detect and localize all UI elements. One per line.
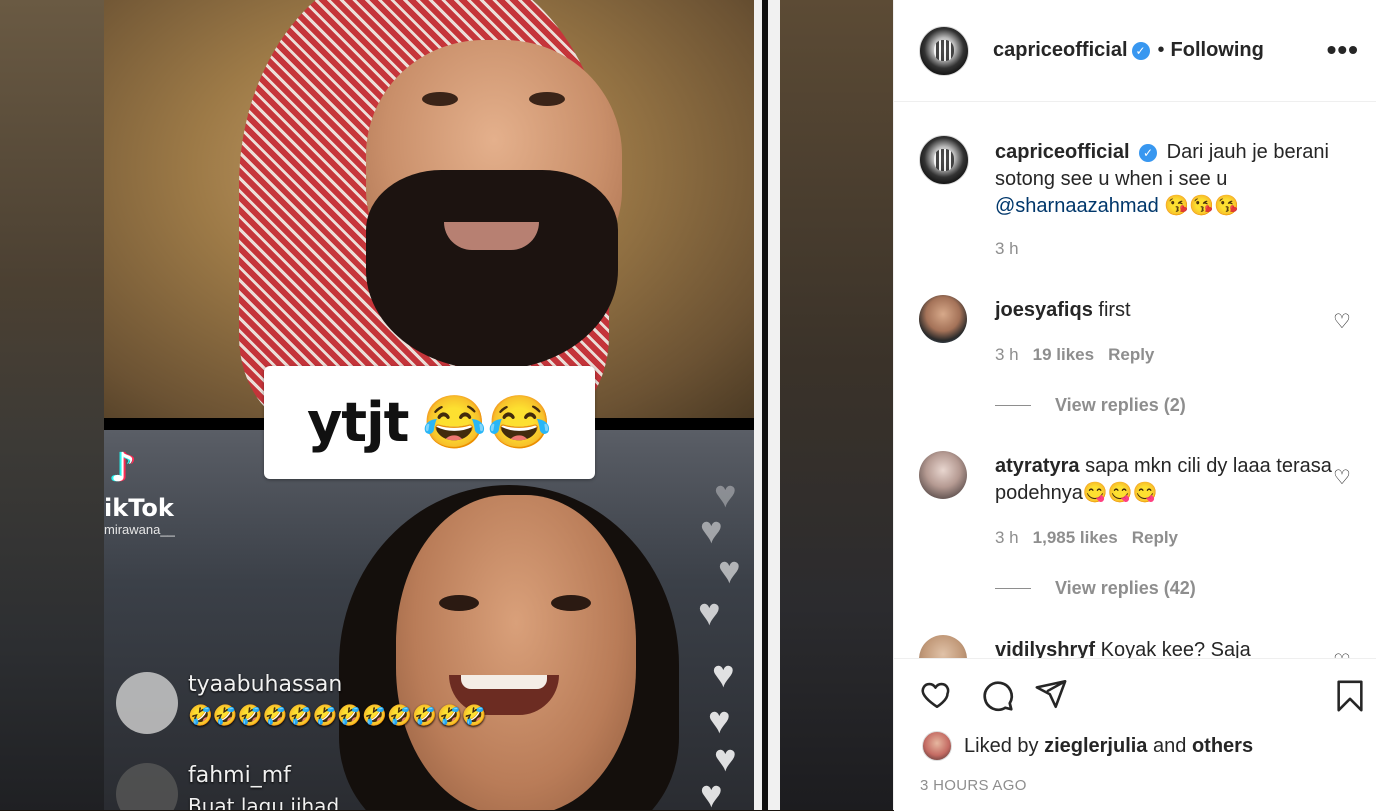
caption-username[interactable]: capriceofficial [995,141,1130,163]
comment-text: first [1098,299,1131,321]
verified-badge-icon: ✓ [1131,41,1150,60]
caption-time[interactable]: 3 h [995,239,1019,259]
author-username[interactable]: capriceofficial [993,39,1128,62]
video-caption-text: ytjt [307,391,409,454]
heart-icon[interactable]: ♡ [1333,649,1351,658]
commenter-username[interactable]: vidilyshryf [995,639,1095,658]
heart-icon: ♥ [712,654,735,696]
tiktok-logo-icon: ♪ [110,445,136,491]
media-blur-right [780,0,893,810]
live-comment-avatar [116,672,178,734]
comment-icon[interactable] [979,677,1015,713]
verified-badge-icon: ✓ [1139,143,1158,162]
caption-author-avatar[interactable] [919,135,969,185]
comment-likes[interactable]: 19 likes [1033,345,1094,364]
heart-icon[interactable]: ♡ [1333,465,1351,490]
post-side-panel: capriceofficial ✓ • Following ••• capric… [893,0,1376,811]
heart-icon: ♥ [700,774,723,810]
commenter-username[interactable]: joesyafiqs [995,299,1093,321]
view-replies-button[interactable]: View replies (2) [995,395,1186,416]
beard [366,170,618,370]
tiktok-handle: mirawana__ [104,522,175,537]
liked-by-avatar[interactable] [922,731,952,761]
comments-list[interactable]: capriceofficial ✓ Dari jauh je berani so… [894,101,1376,658]
heart-icon: ♥ [718,550,741,592]
top-video-feed [104,0,754,418]
laugh-emoji: 😂😂 [422,393,552,452]
bookmark-icon[interactable] [1333,677,1367,715]
liked-by-others[interactable]: others [1192,735,1253,758]
liked-by: Liked by zieglerjulia and others [922,731,1253,761]
share-icon[interactable] [1033,677,1069,711]
view-replies-button[interactable]: View replies (42) [995,578,1196,599]
mention-link[interactable]: @sharnaazahmad [995,195,1159,217]
video-caption-sticker: ytjt 😂😂 [264,366,595,479]
heart-icon[interactable] [919,677,955,711]
commenter-avatar[interactable] [919,451,967,499]
post-header: capriceofficial ✓ • Following ••• [894,0,1376,102]
post-timestamp[interactable]: 3 HOURS AGO [920,777,1027,794]
commenter-avatar[interactable] [919,635,967,658]
author-avatar[interactable] [919,25,969,76]
heart-icon[interactable]: ♡ [1333,309,1351,334]
comment-time[interactable]: 3 h [995,528,1019,547]
reply-button[interactable]: Reply [1132,528,1178,547]
comment-likes[interactable]: 1,985 likes [1033,528,1118,547]
liked-by-username[interactable]: zieglerjulia [1044,735,1147,758]
heart-icon: ♥ [714,474,737,516]
heart-icon: ♥ [714,738,737,780]
live-comment: fahmi_mf Buat lagu jihad [116,763,339,810]
post-footer: Liked by zieglerjulia and others 3 HOURS… [894,658,1376,811]
caption-emoji: 😘😘😘 [1164,195,1240,217]
tiktok-watermark: ♪ ikTok mirawana__ [104,445,175,537]
following-button[interactable]: Following [1171,39,1264,62]
commenter-username[interactable]: atyratyra [995,455,1080,477]
commenter-avatar[interactable] [919,295,967,343]
comment-time[interactable]: 3 h [995,345,1019,364]
media-blur-left [0,0,104,810]
live-comment: tyaabuhassan 🤣🤣🤣🤣🤣🤣🤣🤣🤣🤣🤣🤣 [116,672,487,734]
floating-hearts: ♥ ♥ ♥ ♥ ♥ ♥ ♥ ♥ [690,470,770,810]
more-options-icon[interactable]: ••• [1327,34,1359,66]
heart-icon: ♥ [698,592,721,634]
heart-icon: ♥ [700,510,723,552]
bottom-video-feed [104,430,754,810]
reply-button[interactable]: Reply [1108,345,1154,364]
comment-text: Koyak kee? Saja [1100,639,1251,658]
post-media[interactable]: ytjt 😂😂 ♪ ikTok mirawana__ tyaabuhassan … [0,0,893,810]
heart-icon: ♥ [708,700,731,742]
live-comment-avatar [116,763,178,810]
face-bottom [396,495,636,810]
action-bar [919,677,1374,717]
